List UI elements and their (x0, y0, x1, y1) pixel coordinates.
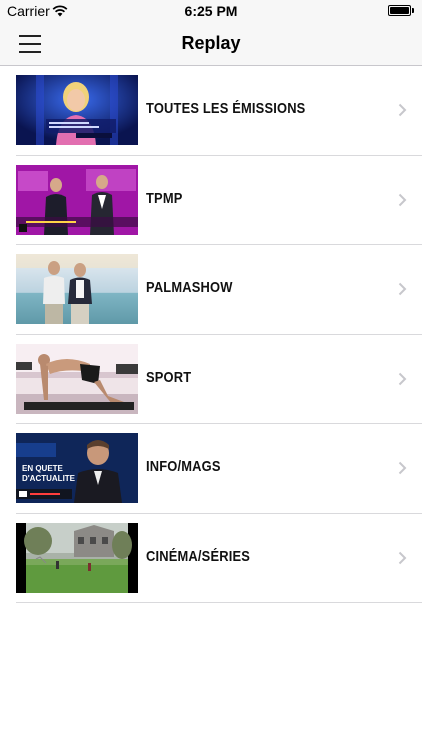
list-item-cinema-series[interactable]: CINÉMA/SÉRIES (0, 514, 422, 603)
status-bar: Carrier 6:25 PM (0, 0, 422, 22)
studio-host-thumbnail (16, 75, 138, 145)
fitness-exercise-thumbnail (16, 343, 138, 414)
clock: 6:25 PM (184, 3, 238, 19)
news-magazine-thumbnail: EN QUETE D'ACTUALITE (16, 433, 138, 503)
category-label: TPMP (146, 189, 183, 207)
category-label: TOUTES LES ÉMISSIONS (146, 100, 306, 117)
chevron-right-icon (398, 103, 407, 117)
battery-full-icon (388, 5, 414, 16)
chevron-right-icon (398, 461, 407, 475)
category-label: INFO/MAGS (146, 458, 221, 475)
chevron-right-icon (398, 193, 407, 207)
list-item-info-mags[interactable]: EN QUETE D'ACTUALITE INFO/MAGS (0, 424, 422, 514)
page-title: Replay (181, 33, 241, 53)
category-label: SPORT (146, 368, 192, 386)
thumbnail-text: D'ACTUALITE (22, 474, 76, 483)
thumbnail-text: EN QUETE (22, 464, 64, 473)
list-item-palmashow[interactable]: PALMASHOW (0, 245, 422, 335)
list-item-sport[interactable]: SPORT (0, 335, 422, 424)
category-label: CINÉMA/SÉRIES (146, 547, 251, 565)
navigation-bar: Replay (0, 22, 422, 66)
palmashow-beach-thumbnail (16, 254, 138, 324)
movie-scene-thumbnail (16, 522, 138, 593)
chevron-right-icon (398, 372, 407, 386)
category-label: PALMASHOW (146, 279, 233, 296)
tpmp-show-thumbnail (16, 164, 138, 235)
chevron-right-icon (398, 282, 407, 296)
category-list: TOUTES LES ÉMISSIONS TPMP PALMASHOW SPOR… (0, 66, 422, 603)
list-item-toutes-les-emissions[interactable]: TOUTES LES ÉMISSIONS (0, 66, 422, 156)
chevron-right-icon (398, 551, 407, 565)
row-separator (16, 602, 422, 603)
list-item-tpmp[interactable]: TPMP (0, 156, 422, 245)
